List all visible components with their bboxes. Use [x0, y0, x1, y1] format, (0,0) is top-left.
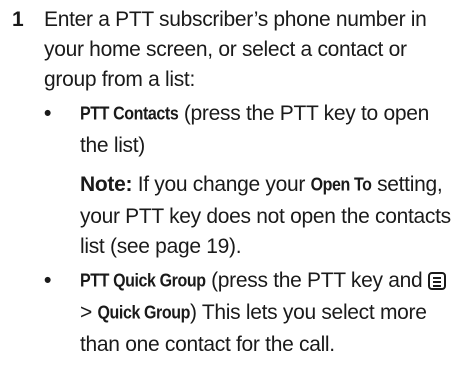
menu-key-icon	[427, 272, 446, 290]
step-instruction: Enter a PTT subscriber’s phone number in…	[44, 8, 427, 91]
ui-term-ptt-contacts: PTT Contacts	[80, 104, 179, 125]
note-text-before: If you change your	[132, 173, 311, 196]
note-paragraph: Note: If you change your Open To setting…	[80, 170, 458, 262]
bullet-text: PTT Contacts (press the PTT key to open …	[80, 99, 458, 161]
ui-term-ptt-quick-group: PTT Quick Group	[80, 271, 206, 292]
bullet-marker: •	[44, 269, 52, 292]
ui-term-open-to: Open To	[310, 175, 372, 196]
bullet-marker: •	[44, 102, 52, 125]
bullet-description-before: (press the PTT key and	[205, 269, 428, 292]
step-number: 1	[12, 8, 24, 31]
note-label: Note:	[80, 173, 133, 196]
manual-page: 1 Enter a PTT subscriber’s phone number …	[0, 0, 463, 371]
bullet-text: PTT Quick Group (press the PTT key and >…	[80, 266, 458, 360]
menu-separator: >	[80, 301, 98, 324]
ui-term-quick-group: Quick Group	[97, 303, 191, 324]
